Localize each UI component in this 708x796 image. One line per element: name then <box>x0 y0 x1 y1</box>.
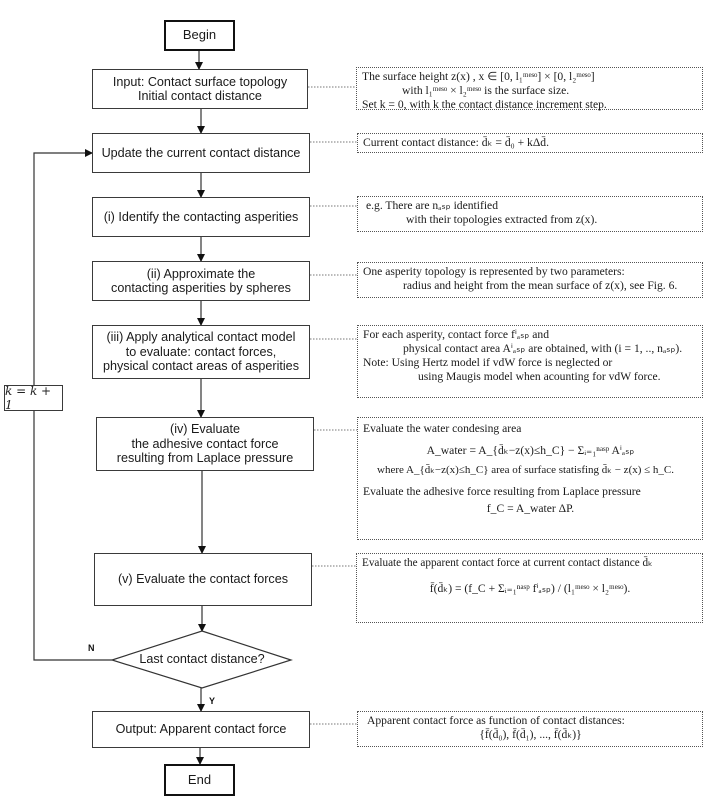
step-update: Update the current contact distance <box>92 133 310 173</box>
begin-label: Begin <box>182 27 217 43</box>
note-input: The surface height z(x) , x ∈ [0, l₁ᵐᵉˢᵒ… <box>356 67 703 111</box>
increment-box: k = k + 1 <box>4 384 63 412</box>
step-apply-line-1: (iii) Apply analytical contact model <box>106 330 296 345</box>
note-adhesive: Evaluate the water condesing area A_wate… <box>357 417 703 540</box>
note-adhesive-line-3: where A_{d̄ₖ−z(x)≤h_C} area of surface s… <box>377 464 675 476</box>
decision-label: Last contact distance? <box>139 652 265 666</box>
note-identify-line-2: with their topologies extracted from z(x… <box>406 213 598 226</box>
note-adhesive-formula-water: A_water = A_{d̄ₖ−z(x)≤h_C} − Σᵢ₌₁ⁿᵃˢᵖ Aⁱ… <box>426 444 635 457</box>
end-label: End <box>187 771 212 787</box>
step-adhesive-line-1: (iv) Evaluate <box>170 422 240 437</box>
step-identify: (i) Identify the contacting asperities <box>92 197 310 237</box>
note-apply-line-1: For each asperity, contact force fⁱₐₛₚ a… <box>363 328 549 341</box>
note-input-line-1: The surface height z(x) , x ∈ [0, l₁ᵐᵉˢᵒ… <box>362 70 595 83</box>
note-approximate-line-1: One asperity topology is represented by … <box>363 265 625 278</box>
note-output-line-2: {f̄(d̄₀), f̄(d̄₁), ..., f̄(d̄ₖ)} <box>479 728 582 741</box>
note-identify: e.g. There are nₐₛₚ identified with thei… <box>357 196 703 232</box>
step-identify-line-1: (i) Identify the contacting asperities <box>103 209 299 224</box>
note-output: Apparent contact force as function of co… <box>357 711 703 747</box>
note-adhesive-line-1: Evaluate the water condesing area <box>363 422 522 435</box>
increment-label: k = k + 1 <box>5 384 52 412</box>
step-adhesive-line-3: resulting from Laplace pressure <box>116 451 294 466</box>
note-update: Current contact distance: d̄ₖ = d̄₀ + kΔ… <box>357 133 703 153</box>
step-approximate: (ii) Approximate the contacting asperiti… <box>92 261 310 301</box>
step-output-line-1: Output: Apparent contact force <box>115 722 287 737</box>
note-apply: For each asperity, contact force fⁱₐₛₚ a… <box>357 325 703 398</box>
step-approximate-line-1: (ii) Approximate the <box>146 266 256 281</box>
note-input-line-3: Set k = 0, with k the contact distance i… <box>362 98 607 111</box>
note-adhesive-line-4: Evaluate the adhesive force resulting fr… <box>363 485 641 498</box>
note-apply-line-4: using Maugis model when acounting for vd… <box>418 370 661 383</box>
step-input: Input: Contact surface topology Initial … <box>92 69 308 109</box>
note-apply-line-3: Note: Using Hertz model if vdW force is … <box>363 356 613 369</box>
step-output: Output: Apparent contact force <box>92 711 310 748</box>
note-approximate: One asperity topology is represented by … <box>357 262 703 298</box>
note-forces-line-1: Evaluate the apparent contact force at c… <box>362 557 653 569</box>
step-approximate-line-2: contacting asperities by spheres <box>111 281 291 295</box>
decision-no-label: N <box>88 643 95 653</box>
note-approximate-line-2: radius and height from the mean surface … <box>403 279 678 292</box>
step-apply: (iii) Apply analytical contact model to … <box>92 325 310 379</box>
step-forces-line-1: (v) Evaluate the contact forces <box>117 572 289 587</box>
note-input-line-2: with l₁ᵐᵉˢᵒ × l₂ᵐᵉˢᵒ is the surface size… <box>402 84 570 97</box>
step-input-line-2: Initial contact distance <box>138 89 262 103</box>
step-input-line-1: Input: Contact surface topology <box>112 74 288 89</box>
end-terminal: End <box>164 764 235 796</box>
note-output-line-1: Apparent contact force as function of co… <box>367 714 625 727</box>
step-update-line-1: Update the current contact distance <box>101 145 301 160</box>
note-adhesive-formula-fc: f_C = A_water ΔP. <box>486 502 575 515</box>
step-adhesive-line-2: the adhesive contact force <box>131 436 279 451</box>
note-forces-formula: f̄(d̄ₖ) = (f_C + Σᵢ₌₁ⁿᵃˢᵖ fⁱₐₛₚ) / (l₁ᵐᵉ… <box>429 582 631 595</box>
note-identify-line-1: e.g. There are nₐₛₚ identified <box>366 199 498 212</box>
step-forces: (v) Evaluate the contact forces <box>94 553 312 606</box>
step-adhesive: (iv) Evaluate the adhesive contact force… <box>96 417 314 471</box>
step-apply-line-2: to evaluate: contact forces, <box>125 344 277 359</box>
step-apply-line-3: physical contact areas of asperities <box>102 359 299 374</box>
note-update-line-1: Current contact distance: d̄ₖ = d̄₀ + kΔ… <box>363 136 549 149</box>
begin-terminal: Begin <box>164 20 235 51</box>
note-apply-line-2: physical contact area Aⁱₐₛₚ are obtained… <box>403 342 683 355</box>
note-forces: Evaluate the apparent contact force at c… <box>356 553 703 623</box>
decision-yes-label: Y <box>209 696 216 706</box>
